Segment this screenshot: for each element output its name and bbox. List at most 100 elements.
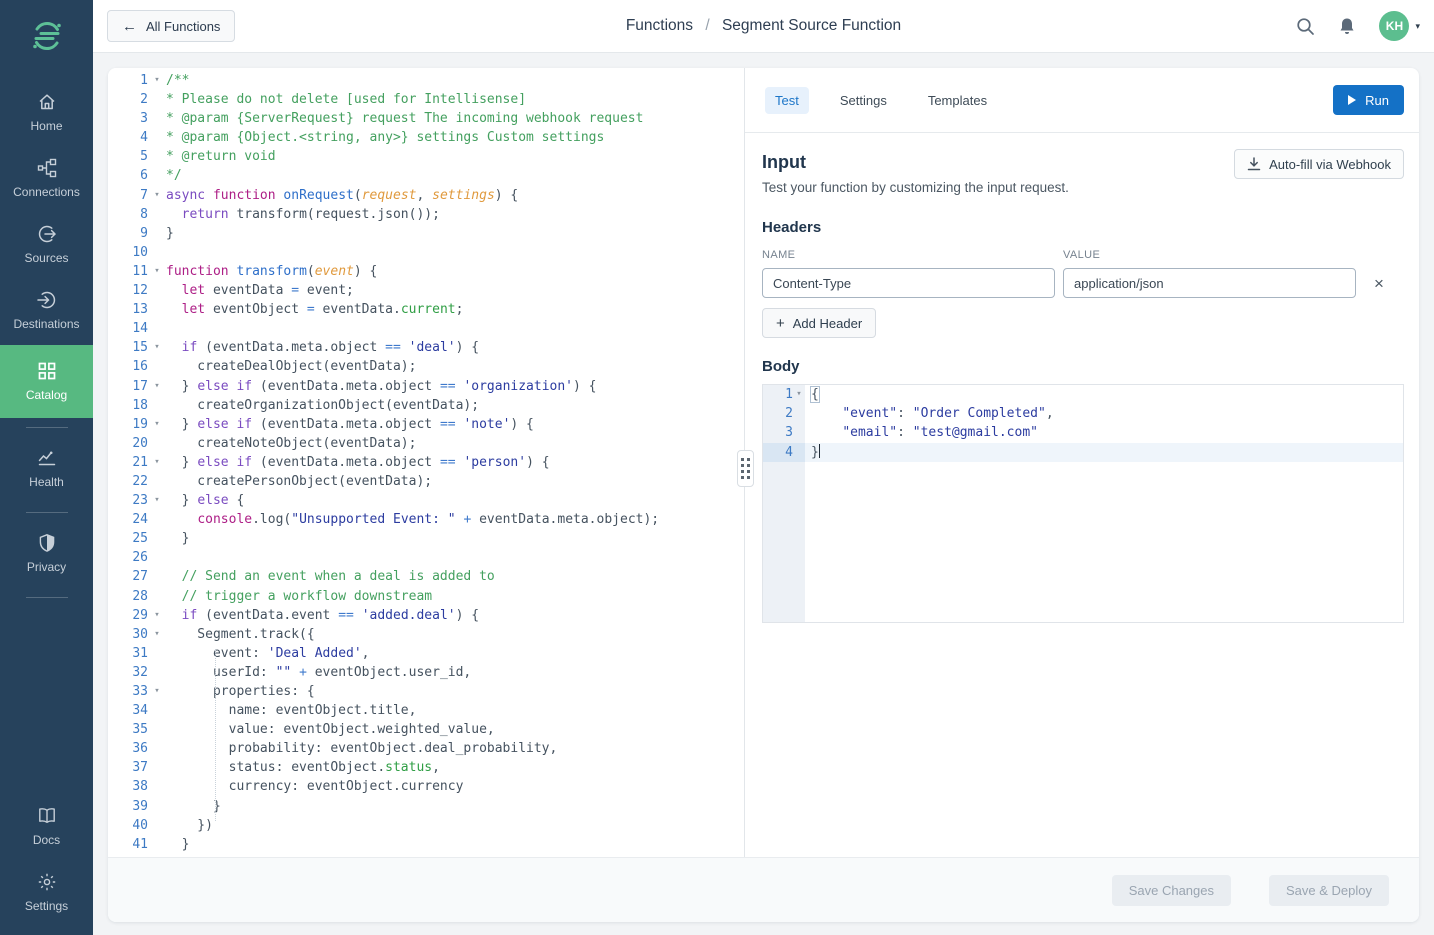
- sidebar-item-home[interactable]: Home: [0, 81, 93, 144]
- run-button[interactable]: Run: [1333, 85, 1404, 115]
- breadcrumb-functions-link[interactable]: Functions: [626, 17, 693, 34]
- code-token: }): [166, 818, 213, 833]
- fold-caret-icon[interactable]: ▾: [148, 682, 166, 701]
- avatar[interactable]: KH: [1379, 11, 1409, 41]
- breadcrumb-separator: /: [705, 17, 709, 34]
- sidebar-item-catalog[interactable]: Catalog: [0, 345, 93, 418]
- sidebar-item-destinations[interactable]: Destinations: [0, 279, 93, 342]
- catalog-icon: [37, 361, 57, 381]
- fold-caret-slot: [148, 147, 166, 166]
- code-line: 34 name: eventObject.title,: [108, 701, 744, 720]
- fold-caret-icon[interactable]: ▾: [793, 385, 805, 404]
- value-column-label: VALUE: [1063, 249, 1100, 261]
- line-number: 16: [108, 357, 148, 376]
- code-token: "Order Completed": [913, 406, 1046, 421]
- fold-caret-icon[interactable]: ▾: [148, 625, 166, 644]
- sidebar-item-health[interactable]: Health: [0, 437, 93, 500]
- header-name-input[interactable]: [762, 268, 1055, 298]
- all-functions-back-button[interactable]: ← All Functions: [107, 10, 235, 42]
- code-token: (: [307, 264, 315, 279]
- code-token: userId:: [166, 665, 276, 680]
- code-token: ==: [440, 455, 456, 470]
- sidebar-divider: [26, 597, 68, 598]
- fold-caret-icon[interactable]: ▾: [148, 491, 166, 510]
- code-token: [401, 340, 409, 355]
- sidebar-item-settings[interactable]: Settings: [0, 861, 93, 924]
- sidebar-item-label: Sources: [24, 251, 68, 265]
- code-token: }: [166, 856, 174, 857]
- settings-gear-icon: [37, 872, 57, 892]
- code-token: "event": [842, 406, 897, 421]
- code-token: else: [197, 379, 228, 394]
- segment-logo-icon[interactable]: [27, 16, 67, 61]
- top-bar: ← All Functions Functions / Segment Sour…: [93, 0, 1434, 53]
- sidebar-item-docs[interactable]: Docs: [0, 795, 93, 858]
- code-text: }: [805, 443, 1403, 462]
- code-token: ) {: [510, 417, 533, 432]
- fold-caret-slot: [148, 166, 166, 185]
- fold-caret-icon[interactable]: ▾: [148, 453, 166, 472]
- code-token: else: [197, 493, 228, 508]
- code-token: ,: [432, 760, 440, 775]
- code-token: }: [166, 493, 197, 508]
- code-line: 26: [108, 548, 744, 567]
- code-token: [291, 665, 299, 680]
- fold-caret-slot: [793, 423, 805, 442]
- search-icon[interactable]: [1296, 17, 1315, 36]
- code-token: :: [897, 425, 913, 440]
- fold-caret-slot: [148, 797, 166, 816]
- code-token: else: [197, 455, 228, 470]
- code-token: /**: [166, 73, 189, 88]
- sidebar-item-label: Docs: [33, 833, 60, 847]
- code-text: createDealObject(eventData);: [166, 357, 744, 376]
- code-token: =: [291, 283, 299, 298]
- save-and-deploy-button[interactable]: Save & Deploy: [1269, 875, 1389, 906]
- code-line: 11▾function transform(event) {: [108, 262, 744, 281]
- code-line: 13 let eventObject = eventData.current;: [108, 300, 744, 319]
- notifications-bell-icon[interactable]: [1338, 17, 1356, 36]
- tab-templates[interactable]: Templates: [918, 87, 997, 114]
- headers-section-title: Headers: [762, 219, 1404, 236]
- code-text: [166, 548, 744, 567]
- fold-caret-slot: [148, 128, 166, 147]
- fold-caret-icon[interactable]: ▾: [148, 338, 166, 357]
- code-token: (eventData.meta.object: [252, 379, 440, 394]
- tab-test[interactable]: Test: [765, 87, 809, 114]
- code-editor[interactable]: 1▾/**2* Please do not delete [used for I…: [108, 68, 745, 857]
- fold-caret-icon[interactable]: ▾: [148, 415, 166, 434]
- sidebar-item-connections[interactable]: Connections: [0, 147, 93, 210]
- remove-header-icon[interactable]: ×: [1374, 275, 1384, 292]
- code-token: "email": [842, 425, 897, 440]
- breadcrumb: Functions / Segment Source Function: [93, 17, 1434, 35]
- code-token: ) {: [456, 608, 479, 623]
- autofill-via-webhook-button[interactable]: Auto-fill via Webhook: [1234, 149, 1404, 179]
- line-number: 36: [108, 739, 148, 758]
- fold-caret-icon[interactable]: ▾: [148, 606, 166, 625]
- add-header-button[interactable]: + Add Header: [762, 308, 876, 338]
- user-menu[interactable]: KH ▾: [1379, 11, 1420, 41]
- fold-caret-slot: [793, 443, 805, 462]
- privacy-shield-icon: [37, 533, 57, 553]
- sidebar-item-privacy[interactable]: Privacy: [0, 522, 93, 585]
- code-text: currency: eventObject.currency: [166, 777, 744, 796]
- fold-caret-icon[interactable]: ▾: [148, 377, 166, 396]
- code-token: =: [307, 302, 315, 317]
- fold-caret-icon[interactable]: ▾: [148, 71, 166, 90]
- fold-caret-slot: [148, 720, 166, 739]
- code-text: "email": "test@gmail.com": [805, 423, 1403, 442]
- line-number: 27: [108, 567, 148, 586]
- code-token: (eventData.meta.object: [252, 455, 440, 470]
- fold-caret-icon[interactable]: ▾: [148, 186, 166, 205]
- fold-caret-icon[interactable]: ▾: [148, 262, 166, 281]
- fold-caret-slot: [148, 739, 166, 758]
- tab-settings[interactable]: Settings: [830, 87, 897, 114]
- header-value-input[interactable]: [1063, 268, 1356, 298]
- body-editor[interactable]: 1▾{2 "event": "Order Completed",3 "email…: [762, 384, 1404, 623]
- sidebar-item-sources[interactable]: Sources: [0, 213, 93, 276]
- sidebar-item-label: Connections: [13, 185, 80, 199]
- back-button-label: All Functions: [146, 19, 220, 34]
- splitter-drag-handle[interactable]: [737, 450, 754, 487]
- line-number: 20: [108, 434, 148, 453]
- save-changes-button[interactable]: Save Changes: [1112, 875, 1231, 906]
- code-token: * Please do not delete [used for Intelli…: [166, 92, 526, 107]
